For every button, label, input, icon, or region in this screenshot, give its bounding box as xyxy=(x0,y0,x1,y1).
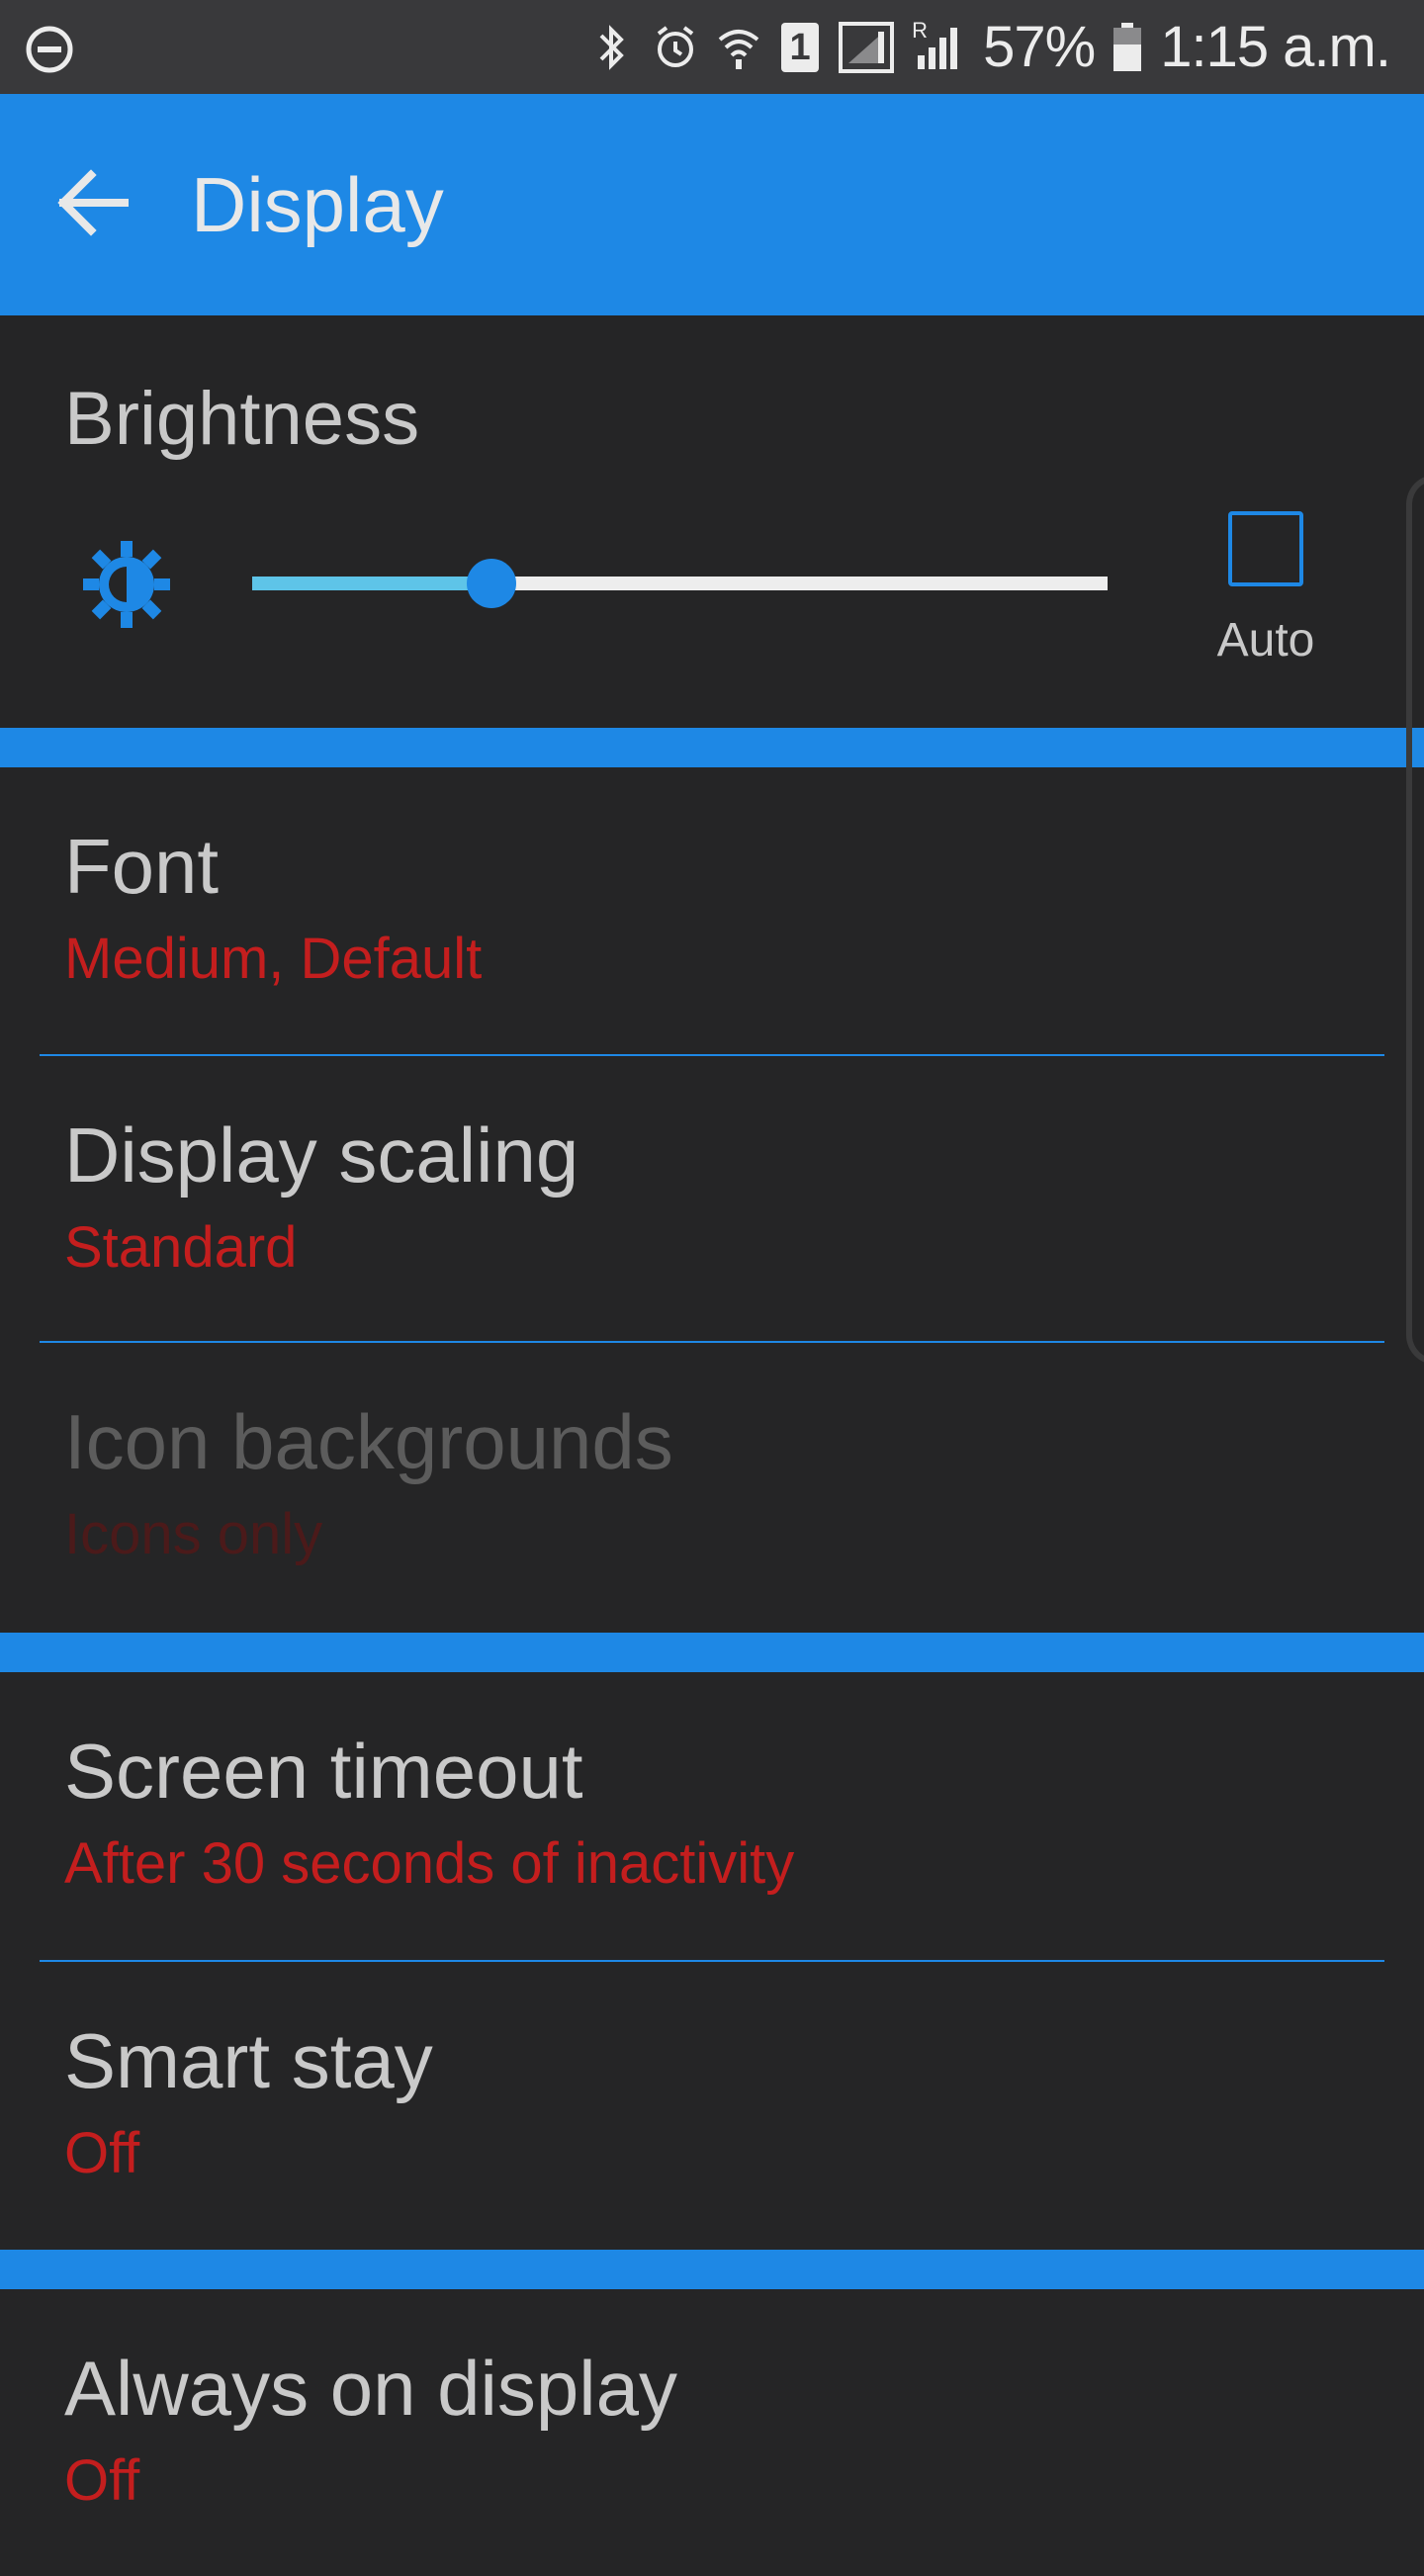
brightness-sun-icon xyxy=(83,541,170,628)
slider-thumb[interactable] xyxy=(467,559,517,608)
item-title: Smart stay xyxy=(64,2017,433,2104)
battery-icon xyxy=(1113,22,1142,71)
item-title: Display scaling xyxy=(64,1111,579,1199)
auto-brightness-label: Auto xyxy=(1216,614,1315,666)
arrow-back-icon[interactable] xyxy=(49,163,138,242)
section-divider xyxy=(0,2250,1424,2289)
wifi-icon xyxy=(718,29,759,69)
item-subtitle: Standard xyxy=(64,1215,298,1280)
item-subtitle: Off xyxy=(64,2448,140,2513)
brightness-title: Brightness xyxy=(64,377,420,461)
setting-screen-timeout[interactable]: Screen timeout After 30 seconds of inact… xyxy=(0,1672,1424,1959)
section-divider xyxy=(0,728,1424,767)
auto-brightness-checkbox[interactable] xyxy=(1228,511,1303,586)
roaming-badge: R xyxy=(912,17,928,43)
alarm-icon xyxy=(657,25,694,67)
page-title: Display xyxy=(191,161,444,248)
sim-icon: 1 xyxy=(779,22,821,73)
status-bar: 1 R 57% 1:15 a.m. xyxy=(0,0,1424,94)
setting-icon-backgrounds: Icon backgrounds Icons only xyxy=(0,1343,1424,1630)
battery-percentage: 57% xyxy=(983,15,1096,79)
setting-smart-stay[interactable]: Smart stay Off xyxy=(0,1962,1424,2249)
item-title: Icon backgrounds xyxy=(64,1398,673,1485)
item-title: Always on display xyxy=(64,2345,677,2432)
roaming-signal-icon: R xyxy=(912,18,965,73)
setting-always-on-display[interactable]: Always on display Off xyxy=(0,2289,1424,2576)
setting-display-scaling[interactable]: Display scaling Standard xyxy=(0,1056,1424,1343)
section-divider xyxy=(0,1633,1424,1672)
signal-icon xyxy=(839,21,895,73)
app-bar: Display xyxy=(0,94,1424,315)
setting-font[interactable]: Font Medium, Default xyxy=(0,767,1424,1054)
item-subtitle: Icons only xyxy=(64,1502,323,1566)
do-not-disturb-icon xyxy=(26,26,73,73)
clock: 1:15 a.m. xyxy=(1160,15,1391,79)
item-title: Font xyxy=(64,823,220,910)
item-subtitle: After 30 seconds of inactivity xyxy=(64,1831,795,1896)
scroll-handle[interactable] xyxy=(1406,475,1424,1365)
item-subtitle: Medium, Default xyxy=(64,927,483,991)
sim-badge: 1 xyxy=(781,22,820,72)
brightness-slider[interactable] xyxy=(252,559,1108,608)
item-subtitle: Off xyxy=(64,2121,140,2185)
slider-fill xyxy=(252,577,492,590)
bluetooth-icon xyxy=(599,24,624,70)
item-title: Screen timeout xyxy=(64,1728,583,1815)
